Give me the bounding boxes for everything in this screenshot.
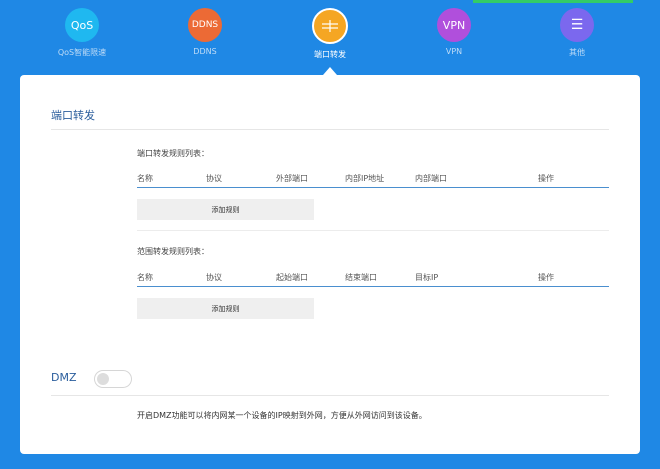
section-divider [137,230,609,231]
nav-item-qos[interactable]: QoS QoS智能限速 [32,8,132,58]
column-header: 操作 [538,273,554,282]
column-header: 结束端口 [345,273,377,282]
menu-icon: ☰ [560,8,594,42]
nav-item-port-forward[interactable]: 端口转发 [280,8,380,60]
port-forward-title: 端口转发 [51,109,95,122]
toggle-knob [97,373,109,385]
vpn-icon: VPN [437,8,471,42]
nav-label-other: 其他 [569,48,585,57]
dmz-title: DMZ [51,371,77,384]
column-header: 内部端口 [415,174,447,183]
qos-icon: QoS [65,8,99,42]
range-forward-list-title: 范围转发规则列表： [137,247,209,256]
port-forward-table-header: 名称 协议 外部端口 内部IP地址 内部端口 操作 [137,173,609,188]
nav-label-vpn: VPN [445,47,463,56]
nav-label-qos: QoS智能限速 [57,48,107,57]
nav-label-ddns: DDNS [193,47,217,56]
add-port-rule-button[interactable]: 添加规则 [137,199,314,220]
column-header: 操作 [538,174,554,183]
port-forward-icon [312,8,348,44]
column-header: 协议 [206,273,222,282]
nav-item-other[interactable]: ☰ 其他 [527,8,627,58]
column-header: 外部端口 [276,174,308,183]
top-nav-bar: QoS QoS智能限速 DDNS DDNS 端口转发 VPN VPN ☰ 其他 [0,0,660,75]
column-header: 目标IP [415,273,439,282]
status-strip [473,0,633,3]
dmz-toggle[interactable] [94,370,132,388]
main-panel: 端口转发 端口转发规则列表： 名称 协议 外部端口 内部IP地址 内部端口 操作… [20,75,640,454]
nav-label-port-forward: 端口转发 [314,50,346,59]
active-tab-caret [323,67,337,75]
column-header: 内部IP地址 [345,174,385,183]
port-forward-list-title: 端口转发规则列表： [137,149,209,158]
nav-item-ddns[interactable]: DDNS DDNS [155,8,255,56]
range-forward-table-header: 名称 协议 起始端口 结束端口 目标IP 操作 [137,272,609,287]
column-header: 名称 [137,273,153,282]
column-header: 名称 [137,174,153,183]
column-header: 协议 [206,174,222,183]
section-divider [51,395,609,396]
column-header: 起始端口 [276,273,308,282]
dmz-description: 开启DMZ功能可以将内网某一个设备的IP映射到外网，方便从外网访问到该设备。 [137,411,427,420]
add-range-rule-button[interactable]: 添加规则 [137,298,314,319]
ddns-icon: DDNS [188,8,222,42]
nav-item-vpn[interactable]: VPN VPN [404,8,504,56]
section-divider [51,129,609,130]
